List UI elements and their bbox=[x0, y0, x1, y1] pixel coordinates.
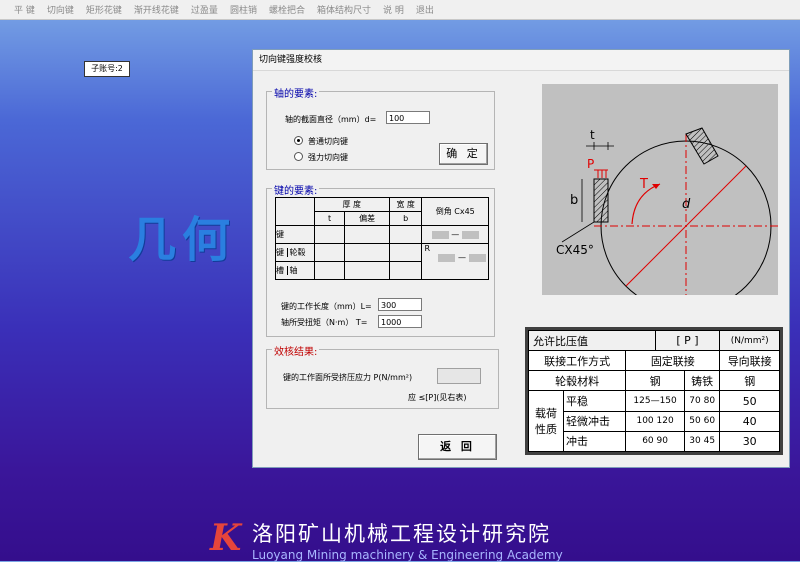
row-slot-hub-label: 键 轮毂 bbox=[275, 243, 315, 262]
drawing-label-torque: T bbox=[639, 177, 648, 192]
drawing-label-d: d bbox=[682, 197, 691, 212]
hdr-deviation: 偏差 bbox=[344, 211, 390, 226]
impact-steel: 60 90 bbox=[625, 430, 685, 453]
drawing-label-b: b bbox=[570, 193, 578, 208]
material-steel: 钢 bbox=[625, 370, 685, 392]
key-group-legend: 键的要素: bbox=[272, 182, 320, 197]
torque-label: 轴所受扭矩（N·m） T= bbox=[281, 318, 368, 327]
key-dimension-table: 厚 度 宽 度 倒角 Cx45 t 偏差 b 键 — 键 轮毂 R — 槽 轴 bbox=[275, 197, 489, 280]
cell-hub-t bbox=[313, 243, 346, 262]
cell-shaft-dev bbox=[344, 261, 390, 280]
join-mode-label: 联接工作方式 bbox=[527, 350, 627, 372]
menu-item-bolt-joint[interactable]: 螺栓把合 bbox=[269, 3, 305, 16]
impact-iron: 30 45 bbox=[683, 430, 721, 453]
shaft-group-legend: 轴的要素: bbox=[272, 85, 320, 100]
load-row-light-impact: 轻微冲击 bbox=[562, 410, 627, 432]
key-section-left bbox=[593, 178, 609, 223]
cell-slot-r: R — bbox=[421, 243, 489, 280]
light-impact-iron: 50 60 bbox=[683, 410, 721, 432]
result-group-legend: 效核结果: bbox=[272, 343, 320, 358]
drawing-label-t: t bbox=[590, 128, 595, 142]
shaft-group: 轴的要素: 轴的截面直径（mm）d= 100 普通切向键 强力切向键 确 定 bbox=[266, 85, 495, 170]
steady-iron: 70 80 bbox=[683, 390, 721, 412]
guided-join: 导向联接 bbox=[719, 350, 780, 372]
menu-item-housing-size[interactable]: 箱体结构尺寸 bbox=[317, 3, 371, 16]
result-group: 效核结果: 键的工作面所受挤压应力 P(N/mm²) 应 ≤[P](见右表) bbox=[266, 343, 499, 409]
cell-shaft-b bbox=[388, 261, 423, 280]
load-row-impact: 冲击 bbox=[562, 430, 627, 453]
cell-hub-dev bbox=[344, 243, 390, 262]
length-label: 键的工作长度（mm）L= bbox=[281, 302, 372, 311]
hub-material-label: 轮毂材料 bbox=[527, 370, 627, 392]
row-key-label: 键 bbox=[275, 225, 315, 244]
load-nature-label: 载荷 性质 bbox=[528, 390, 564, 452]
menu-item-interference[interactable]: 过盈量 bbox=[191, 3, 218, 16]
menu-item-flat-key[interactable]: 平 键 bbox=[14, 3, 35, 16]
menu-item-tangential-key[interactable]: 切向键 bbox=[47, 3, 74, 16]
radio-normal-label: 普通切向键 bbox=[308, 137, 348, 146]
cell-shaft-t bbox=[313, 261, 346, 280]
hdr-t: t bbox=[313, 211, 346, 226]
allow-unit-symbol: [ P ] bbox=[654, 329, 721, 352]
radio-strong-label: 强力切向键 bbox=[308, 153, 348, 162]
allowable-pressure-panel: 允许比压值 [ P ] (N/mm²) 联接工作方式 固定联接 导向联接 轮毂材… bbox=[525, 327, 783, 455]
drawing-label-p: P bbox=[587, 157, 594, 171]
chamfer-leader bbox=[561, 221, 595, 243]
hdr-width: 宽 度 bbox=[388, 197, 423, 212]
key-group: 键的要素: 厚 度 宽 度 倒角 Cx45 t 偏差 b 键 — 键 轮毂 R … bbox=[266, 182, 495, 337]
radio-strong-key[interactable] bbox=[294, 152, 303, 161]
cell-key-chamfer: — bbox=[421, 225, 489, 244]
background-title: 几何 bbox=[128, 212, 237, 268]
hdr-chamfer: 倒角 Cx45 bbox=[421, 197, 489, 226]
key-section-top bbox=[685, 127, 719, 165]
steady-guided: 50 bbox=[719, 390, 780, 412]
radio-normal-key[interactable] bbox=[294, 136, 303, 145]
institute-banner: K 洛阳矿山机械工程设计研究院 Luoyang Mining machinery… bbox=[210, 517, 630, 562]
menu-item-exit[interactable]: 退出 bbox=[416, 3, 434, 16]
key-drawing-svg: t P T d b CX45° bbox=[556, 127, 778, 312]
tangential-key-dialog: 切向键强度校核 轴的要素: 轴的截面直径（mm）d= 100 普通切向键 强力切… bbox=[252, 49, 790, 468]
menu-item-rect-spline[interactable]: 矩形花键 bbox=[86, 3, 122, 16]
torque-input[interactable]: 1000 bbox=[378, 315, 422, 328]
menu-item-involute-spline[interactable]: 渐开线花键 bbox=[134, 3, 179, 16]
cell-key-dev bbox=[344, 225, 390, 244]
material-cast-iron: 铸铁 bbox=[683, 370, 721, 392]
light-impact-steel: 100 120 bbox=[625, 410, 685, 432]
material-steel-guided: 钢 bbox=[719, 370, 780, 392]
allowable-pressure-table: 允许比压值 [ P ] (N/mm²) 联接工作方式 固定联接 导向联接 轮毂材… bbox=[527, 329, 780, 453]
light-impact-guided: 40 bbox=[719, 410, 780, 432]
dialog-title: 切向键强度校核 bbox=[253, 50, 789, 71]
cell-key-b bbox=[388, 225, 423, 244]
cell-hub-b bbox=[388, 243, 423, 262]
steady-steel: 125—150 bbox=[625, 390, 685, 412]
stress-label: 键的工作面所受挤压应力 P(N/mm²) bbox=[283, 373, 413, 382]
menu-item-help[interactable]: 说 明 bbox=[383, 3, 404, 16]
allow-title: 允许比压值 bbox=[528, 329, 656, 352]
hdr-b: b bbox=[388, 211, 423, 226]
diameter-input[interactable]: 100 bbox=[386, 111, 430, 124]
hdr-thickness: 厚 度 bbox=[313, 197, 390, 212]
menu-item-cylinder-pin[interactable]: 圆柱销 bbox=[230, 3, 257, 16]
row-slot-shaft-label: 槽 轴 bbox=[275, 261, 315, 280]
confirm-button[interactable]: 确 定 bbox=[439, 143, 488, 165]
institute-name-en: Luoyang Mining machinery & Engineering A… bbox=[252, 548, 563, 562]
drawing-label-chamfer: CX45° bbox=[556, 243, 594, 257]
institute-name-cn: 洛阳矿山机械工程设计研究院 bbox=[252, 522, 551, 546]
sub-account-badge: 子账号:2 bbox=[84, 61, 130, 77]
fixed-join: 固定联接 bbox=[625, 350, 721, 372]
menu-bar: 平 键 切向键 矩形花键 渐开线花键 过盈量 圆柱销 螺栓把合 箱体结构尺寸 说… bbox=[0, 0, 800, 20]
cell-key-t bbox=[313, 225, 346, 244]
impact-guided: 30 bbox=[719, 430, 780, 453]
stress-output bbox=[437, 368, 481, 384]
load-row-steady: 平稳 bbox=[562, 390, 627, 412]
compare-note: 应 ≤[P](见右表) bbox=[408, 393, 467, 402]
back-button[interactable]: 返 回 bbox=[418, 434, 497, 460]
r-label: R bbox=[424, 244, 431, 253]
institute-logo: K bbox=[210, 517, 242, 559]
allow-unit: (N/mm²) bbox=[719, 329, 780, 352]
length-input[interactable]: 300 bbox=[378, 298, 422, 311]
key-drawing: t P T d b CX45° bbox=[542, 84, 778, 312]
diameter-label: 轴的截面直径（mm）d= bbox=[285, 115, 377, 124]
